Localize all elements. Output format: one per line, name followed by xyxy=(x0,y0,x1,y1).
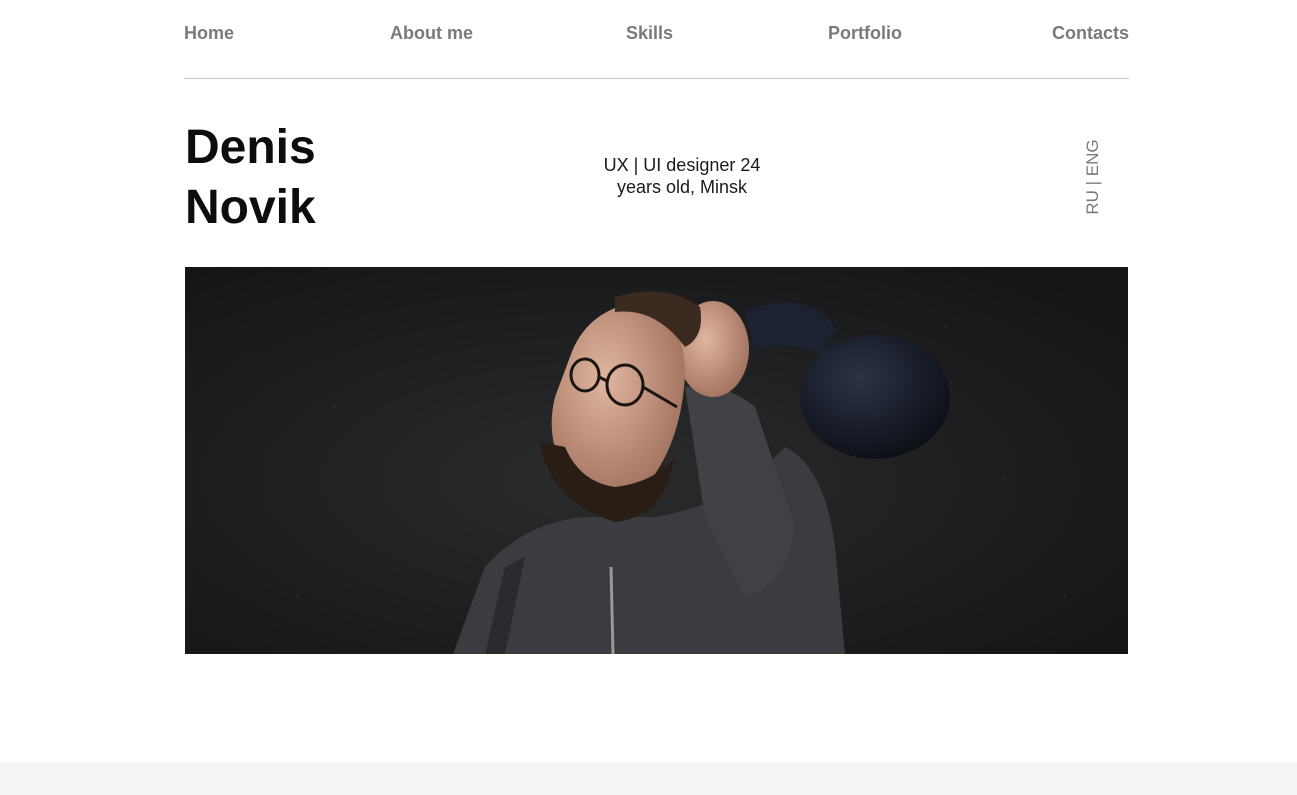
page: Home About me Skills Portfolio Contacts … xyxy=(0,0,1297,795)
language-switcher[interactable]: RU | ENG xyxy=(1082,139,1104,214)
nav-link-contacts[interactable]: Contacts xyxy=(1052,22,1129,44)
portrait-illustration xyxy=(185,267,1128,654)
nav-link-skills[interactable]: Skills xyxy=(626,22,673,44)
tagline-line-1: UX | UI designer 24 xyxy=(603,155,761,175)
language-switch-label[interactable]: RU | ENG xyxy=(1083,139,1103,214)
first-name: Denis xyxy=(185,121,316,174)
nav-link-portfolio[interactable]: Portfolio xyxy=(828,22,902,44)
last-name: Novik xyxy=(185,181,316,234)
tagline: UX | UI designer 24 years old, Minsk xyxy=(582,154,782,198)
top-navigation: Home About me Skills Portfolio Contacts xyxy=(184,0,1129,79)
nav-link-about-me[interactable]: About me xyxy=(390,22,473,44)
footer-band xyxy=(0,762,1297,795)
nav-link-home[interactable]: Home xyxy=(184,22,234,44)
tagline-line-2: years old, Minsk xyxy=(616,177,748,197)
hero-photo xyxy=(185,267,1128,654)
page-title: Denis Novik xyxy=(185,118,316,238)
